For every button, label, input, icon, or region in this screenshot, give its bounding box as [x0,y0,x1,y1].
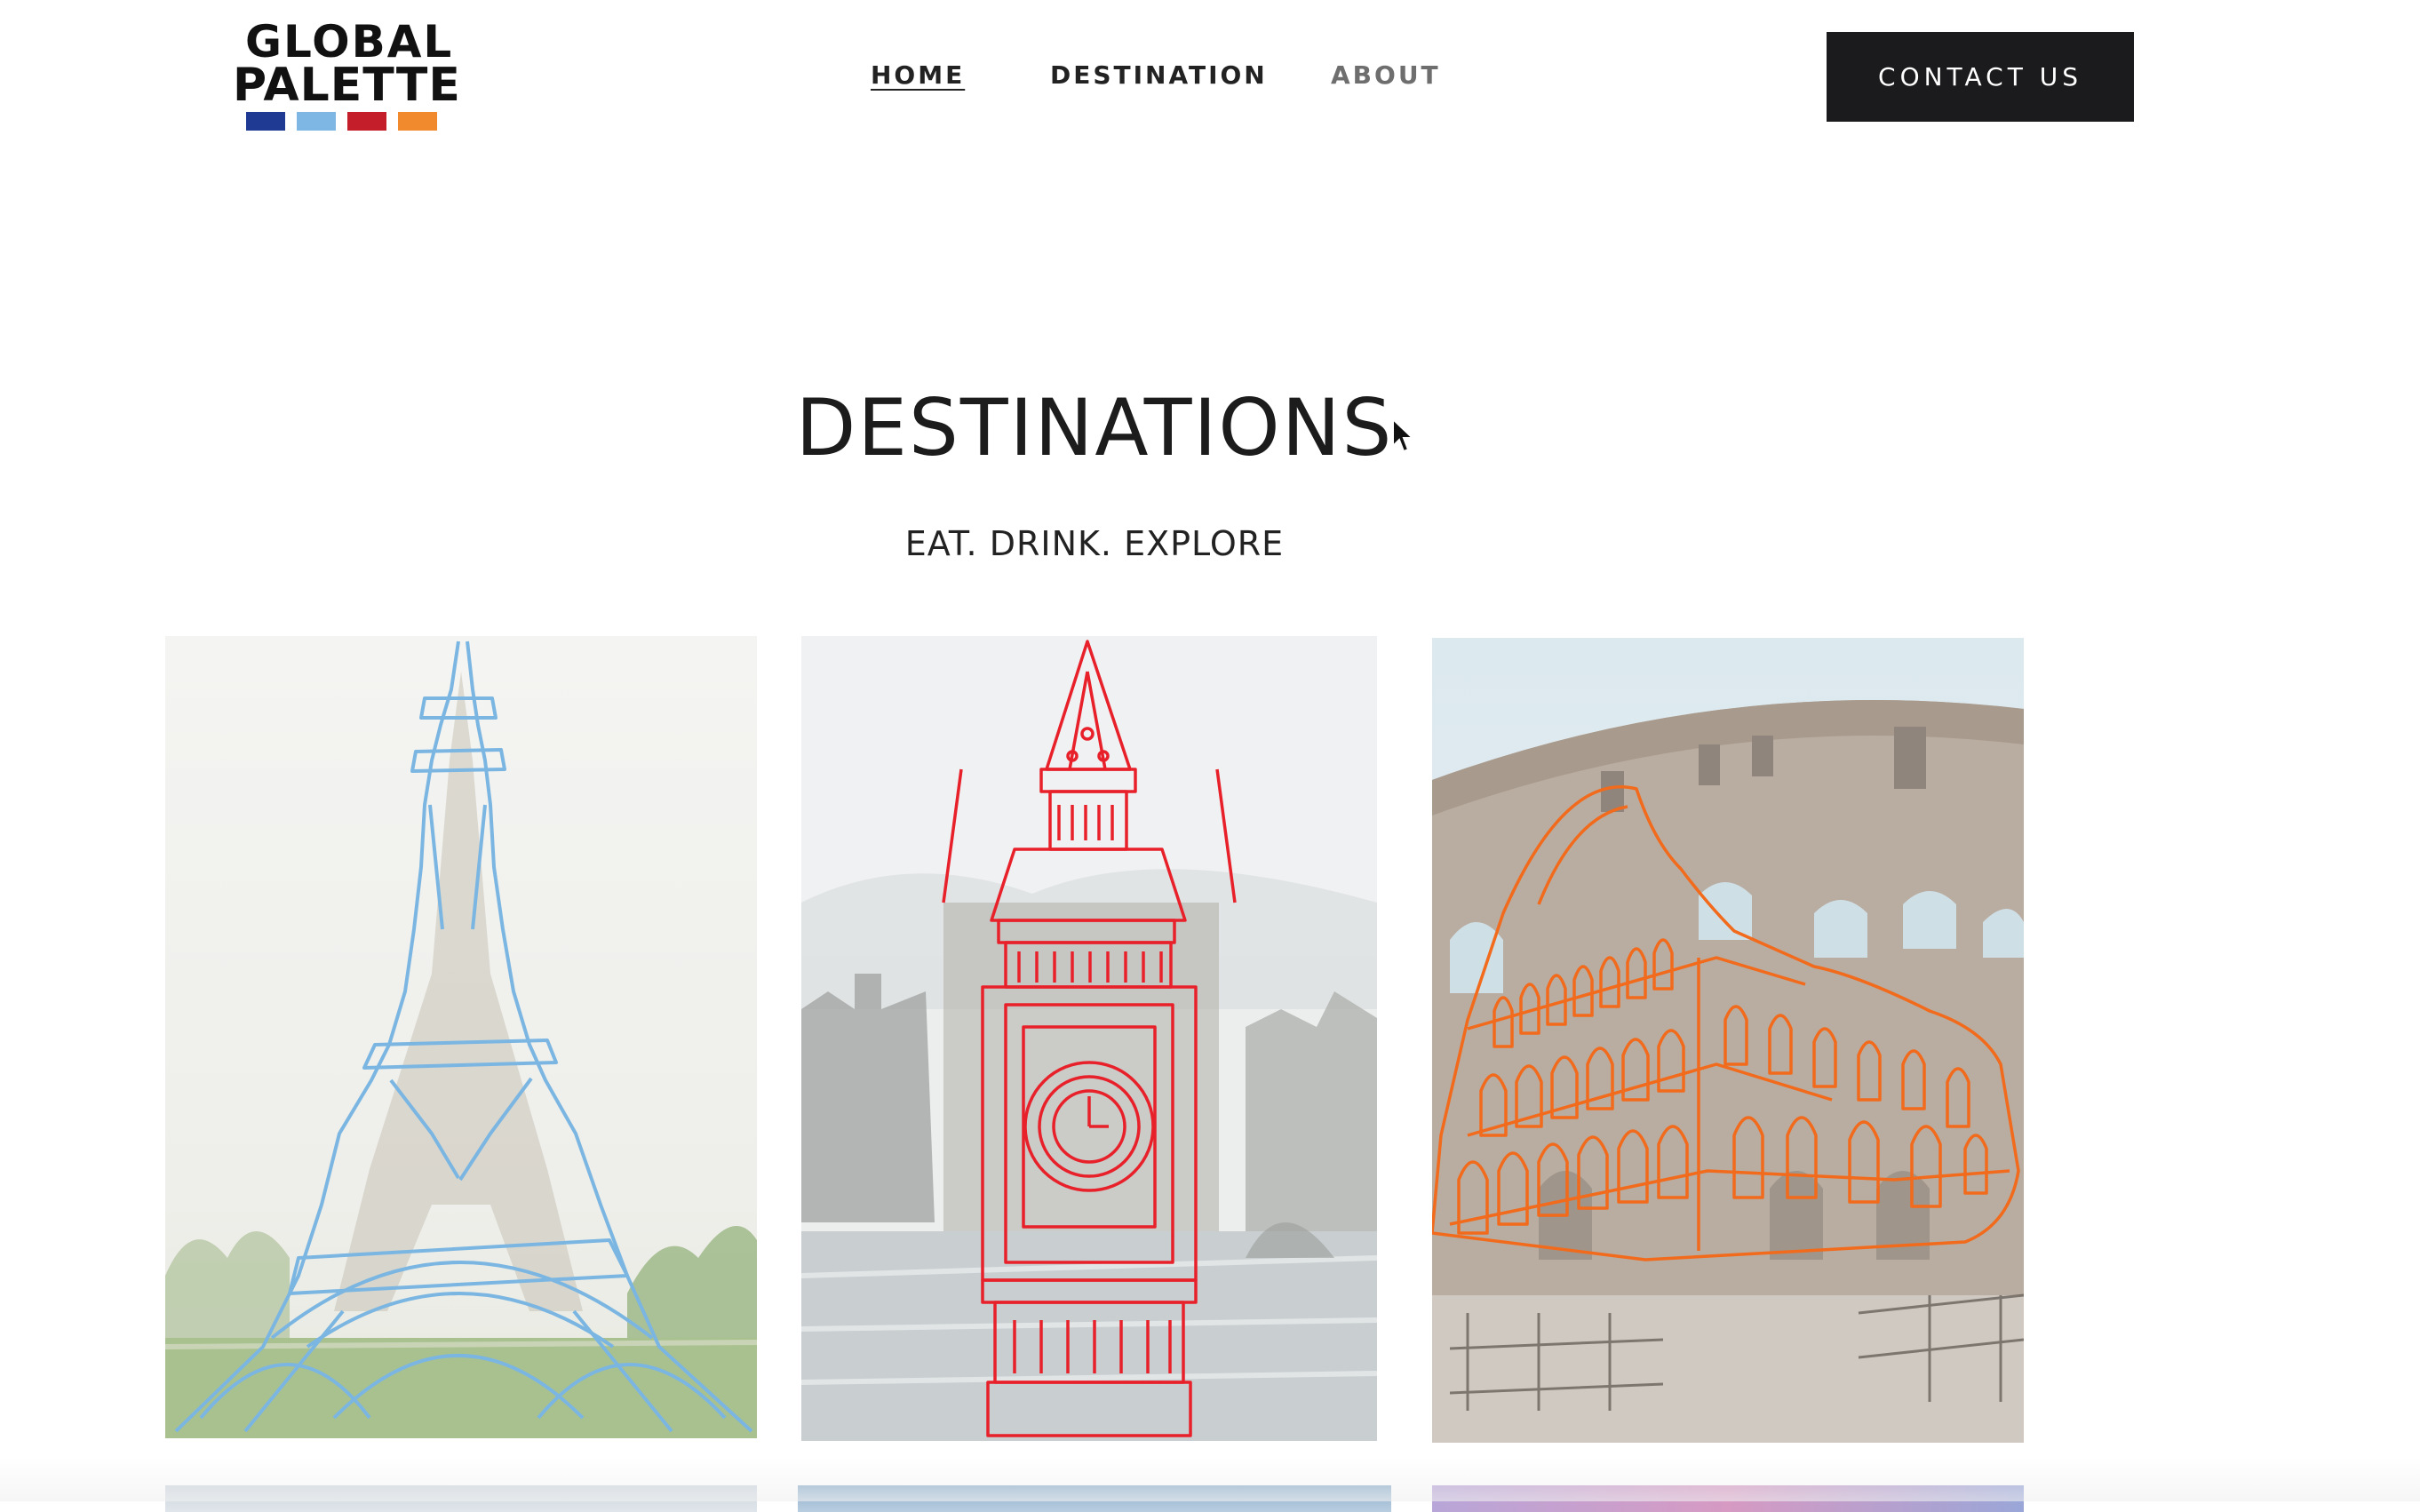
destination-card-6-partial[interactable] [1432,1485,2024,1512]
logo-swatch-navy [246,112,285,131]
colosseum-icon [1432,638,2024,1443]
nav-about-link[interactable]: ABOUT [1331,60,1441,90]
nav-home-link[interactable]: HOME [871,60,965,90]
logo-swatch-lightblue [297,112,336,131]
destination-card-4-partial[interactable] [165,1485,757,1512]
big-ben-icon [801,636,1377,1441]
logo-line-1: GLOBAL [245,16,454,68]
logo-swatch-red [347,112,386,131]
page-title: DESTINATIONS [795,382,1394,473]
logo-color-swatches [246,112,437,131]
destination-card-paris[interactable] [165,636,757,1438]
destination-card-rome[interactable] [1432,638,2024,1443]
page-subtitle: EAT. DRINK. EXPLORE [904,524,1285,563]
eiffel-tower-icon [165,636,757,1438]
logo-swatch-orange [398,112,437,131]
contact-us-button[interactable]: CONTACT US [1827,32,2134,122]
mouse-pointer-icon [1392,418,1415,453]
destination-card-london[interactable] [801,636,1377,1441]
destination-card-5-partial[interactable] [798,1485,1391,1512]
nav-destination-link[interactable]: DESTINATION [1050,60,1268,90]
